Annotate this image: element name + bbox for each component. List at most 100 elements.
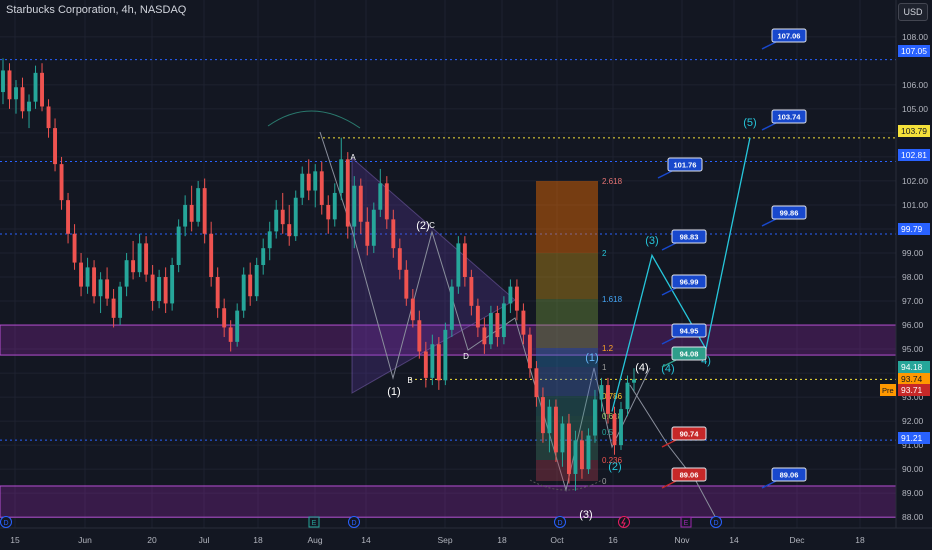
- price-tag-label: 93.71: [901, 385, 923, 395]
- candle-body: [33, 72, 38, 102]
- event-marker-label: D: [3, 520, 8, 527]
- fib-level-label: 2.618: [602, 177, 623, 186]
- fib-band: [536, 396, 598, 416]
- candle-body: [118, 286, 123, 318]
- fib-level-label: 0.786: [602, 392, 623, 401]
- candle-body: [7, 70, 12, 100]
- y-tick-label: 101.00: [902, 200, 928, 210]
- y-tick-label: 88.00: [902, 512, 924, 522]
- candle-body: [573, 440, 578, 474]
- candle-body: [625, 382, 630, 410]
- callout-label: 90.74: [680, 430, 700, 439]
- x-tick-label: 14: [729, 535, 739, 545]
- candle-body: [1, 70, 5, 93]
- price-tag-label: 99.79: [901, 224, 923, 234]
- wave-label: (1): [585, 352, 598, 364]
- candle-body: [79, 262, 84, 287]
- candle-body: [66, 200, 71, 234]
- candle-body: [606, 385, 610, 414]
- x-tick-label: 18: [497, 535, 507, 545]
- candle-body: [417, 320, 422, 352]
- candle-body: [384, 183, 389, 220]
- candle-body: [222, 308, 227, 328]
- callout-label: 89.06: [780, 471, 799, 480]
- wave-label: A: [350, 153, 356, 162]
- callout-pointer: [657, 170, 673, 179]
- wave-label: D: [463, 352, 469, 361]
- fib-band: [536, 367, 598, 396]
- candle-body: [365, 221, 370, 246]
- candle-body: [287, 224, 292, 237]
- y-tick-label: 90.00: [902, 464, 924, 474]
- candle-body: [280, 209, 285, 225]
- candle-body: [358, 185, 363, 222]
- price-tag-label: 91.21: [901, 433, 923, 443]
- candle-body: [469, 277, 474, 306]
- y-tick-label: 106.00: [902, 80, 928, 90]
- candle-body: [254, 264, 259, 297]
- currency-button[interactable]: USD: [898, 3, 928, 21]
- candle-body: [261, 248, 266, 265]
- candle-body: [98, 279, 103, 297]
- y-tick-label: 96.00: [902, 320, 924, 330]
- candle-body: [378, 183, 383, 210]
- candle-body: [293, 197, 298, 237]
- candle-body: [72, 233, 77, 263]
- y-tick-label: 92.00: [902, 416, 924, 426]
- price-callouts: 107.06 103.74 101.76 99.86 98.83 96.99 94.95 94…: [657, 28, 807, 489]
- candle-body: [157, 277, 162, 302]
- price-tag-label: 103.79: [901, 126, 927, 136]
- candle-body: [111, 298, 116, 318]
- price-chart[interactable]: 2.61821.6181.210.7860.6180.50.2360 (1)(2…: [0, 0, 932, 550]
- candle-body: [501, 303, 506, 338]
- price-tag-label: 94.18: [901, 362, 923, 372]
- candle-body: [326, 204, 331, 220]
- callout-pointer: [761, 122, 777, 131]
- candle-body: [534, 368, 539, 398]
- fib-band: [536, 181, 598, 253]
- x-tick-label: 16: [608, 535, 618, 545]
- candle-body: [274, 209, 279, 232]
- candle-body: [196, 188, 201, 222]
- candle-body: [202, 188, 207, 234]
- callout-label: 99.86: [780, 209, 799, 218]
- event-marker-label: E: [684, 520, 689, 527]
- candle-body: [332, 192, 337, 220]
- fib-level-label: 2: [602, 249, 607, 258]
- candle-body: [404, 269, 409, 299]
- arc-curve: [267, 110, 361, 129]
- event-marker-label: E: [312, 520, 317, 527]
- candle-body: [339, 159, 344, 193]
- candle-body: [300, 173, 305, 198]
- candle-body: [14, 87, 18, 100]
- candle-body: [540, 397, 545, 434]
- candle-body: [462, 243, 467, 278]
- x-tick-label: 14: [361, 535, 371, 545]
- candle-body: [443, 329, 448, 381]
- candle-body: [176, 226, 181, 265]
- callout-label: 94.08: [680, 350, 699, 359]
- candle-body: [319, 171, 324, 205]
- candle-body: [209, 233, 214, 278]
- candle-body: [85, 267, 90, 287]
- candle-body: [599, 385, 604, 400]
- wave-label: B: [407, 376, 412, 385]
- y-tick-label: 105.00: [902, 104, 928, 114]
- event-marker-label: D: [713, 520, 718, 527]
- y-tick-label: 98.00: [902, 272, 924, 282]
- candle-body: [449, 286, 454, 330]
- candle-body: [124, 260, 129, 287]
- callout-label: 94.95: [680, 327, 699, 336]
- callout-label: 103.74: [778, 113, 802, 122]
- x-tick-label: Dec: [789, 535, 805, 545]
- fib-level-label: 1.2: [602, 344, 614, 353]
- candle-body: [495, 313, 500, 338]
- y-tick-label: 89.00: [902, 488, 924, 498]
- candle-body: [456, 243, 461, 287]
- candle-body: [345, 159, 350, 227]
- candle-body: [189, 204, 194, 222]
- candle-body: [150, 274, 155, 302]
- x-tick-label: Jul: [199, 535, 210, 545]
- y-tick-label: 99.00: [902, 248, 924, 258]
- candle-body: [619, 409, 623, 446]
